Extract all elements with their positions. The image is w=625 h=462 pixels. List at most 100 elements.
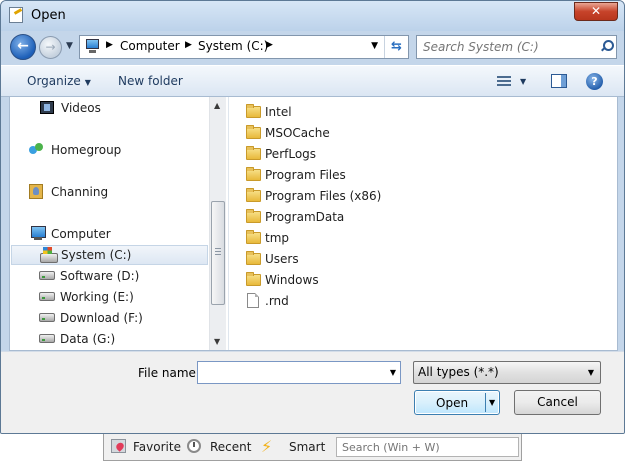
recent-locations-button[interactable]: ▼ (66, 41, 73, 51)
search-box[interactable] (416, 35, 617, 59)
nav-item-label: System (C:) (61, 248, 132, 262)
system-drive-icon (40, 247, 58, 263)
file-name: Intel (265, 105, 292, 119)
navigation-pane: Videos Homegroup Channing Computer Syste… (10, 97, 228, 350)
nav-item-computer[interactable]: Computer (29, 225, 199, 244)
computer-icon (29, 226, 46, 241)
nav-item-label: Working (E:) (60, 290, 134, 304)
scroll-up-icon[interactable]: ▲ (214, 101, 220, 110)
organize-button[interactable]: Organize ▼ (27, 74, 91, 88)
chevron-down-icon: ▼ (84, 78, 91, 87)
open-options-button[interactable]: ▼ (489, 398, 495, 407)
close-button[interactable]: ✕ (574, 2, 618, 21)
cancel-button[interactable]: Cancel (514, 390, 601, 415)
nav-item-videos[interactable]: Videos (40, 99, 200, 118)
scrollbar-thumb[interactable] (211, 201, 225, 305)
open-button[interactable]: Open ▼ (414, 390, 500, 415)
file-name-combo[interactable]: ▼ (197, 361, 401, 384)
nav-item-system-c[interactable]: System (C:) (11, 245, 208, 265)
new-folder-button[interactable]: New folder (118, 74, 183, 88)
recent-button[interactable]: Recent (210, 440, 251, 454)
file-type-value: All types (*.*) (418, 365, 499, 379)
file-name: ProgramData (265, 210, 345, 224)
folder-icon (246, 146, 261, 160)
nav-item-homegroup[interactable]: Homegroup (29, 141, 199, 160)
nav-item-label: Videos (61, 101, 101, 115)
nav-item-label: Channing (51, 185, 109, 199)
favorite-button[interactable]: Favorite (133, 440, 181, 454)
breadcrumb-arrow[interactable]: ▶ (266, 40, 273, 50)
address-dropdown-icon[interactable]: ▼ (371, 41, 378, 51)
lightning-icon[interactable]: ⚡ (261, 437, 272, 456)
file-name: tmp (265, 231, 290, 245)
quick-search-input[interactable] (342, 440, 512, 455)
nav-item-label: Computer (51, 227, 111, 241)
drive-icon (39, 292, 55, 301)
open-button-label: Open (436, 396, 469, 410)
film-icon (40, 101, 54, 114)
nav-item-download-f[interactable]: Download (F:) (39, 309, 199, 328)
scroll-down-icon[interactable]: ▼ (214, 337, 220, 346)
chevron-down-icon[interactable]: ▼ (520, 77, 526, 86)
dialog-footer: File name: ▼ All types (*.*) ▼ Open ▼ Ca… (1, 351, 624, 433)
file-name: Users (265, 252, 299, 266)
drive-icon (39, 271, 55, 280)
file-name-input[interactable] (202, 364, 377, 381)
search-icon[interactable] (600, 40, 614, 52)
nav-item-working-e[interactable]: Working (E:) (39, 288, 199, 307)
nav-item-software-d[interactable]: Software (D:) (39, 267, 199, 286)
folder-icon (246, 230, 261, 244)
nav-item-channing[interactable]: Channing (29, 183, 199, 202)
quick-access-bar: Favorite Recent ⚡ Smart (103, 434, 522, 461)
back-arrow-icon: ← (17, 38, 29, 54)
file-icon (247, 293, 259, 308)
close-icon: ✕ (590, 4, 602, 18)
back-button[interactable]: ← (10, 34, 36, 60)
navigation-bar: ← → ▼ ▶ Computer ▶ System (C:) ▶ ▼ ⇆ (1, 31, 624, 63)
search-input[interactable] (423, 39, 593, 55)
quick-search-box[interactable] (336, 437, 519, 457)
drive-icon (39, 313, 55, 322)
favorite-icon[interactable] (111, 439, 126, 453)
dialog-icon (9, 7, 23, 23)
folder-icon (246, 188, 261, 202)
breadcrumb-computer[interactable]: Computer (120, 39, 180, 53)
nav-item-data-g[interactable]: Data (G:) (39, 330, 199, 349)
refresh-button[interactable]: ⇆ (384, 36, 408, 58)
nav-pane-scrollbar[interactable]: ▲ ▼ (209, 97, 226, 350)
clock-icon[interactable] (187, 439, 201, 453)
breadcrumb-arrow[interactable]: ▶ (185, 40, 192, 50)
forward-arrow-icon: → (45, 40, 56, 54)
smart-button[interactable]: Smart (289, 440, 325, 454)
file-name: Program Files (x86) (265, 189, 382, 203)
organize-label: Organize (27, 74, 81, 88)
file-type-select[interactable]: All types (*.*) ▼ (413, 361, 601, 384)
folder-icon (246, 167, 261, 181)
address-bar[interactable]: ▶ Computer ▶ System (C:) ▶ ▼ ⇆ (79, 35, 409, 59)
file-name: Program Files (265, 168, 346, 182)
nav-item-label: Data (G:) (60, 332, 116, 346)
nav-item-label: Download (F:) (60, 311, 143, 325)
help-icon[interactable]: ? (586, 73, 603, 90)
drive-icon (39, 334, 55, 343)
refresh-icon: ⇆ (391, 39, 402, 54)
chevron-down-icon[interactable]: ▼ (390, 368, 396, 377)
breadcrumb-arrow[interactable]: ▶ (106, 40, 113, 50)
nav-item-label: Homegroup (51, 143, 122, 157)
dialog-title: Open (31, 8, 66, 23)
nav-item-label: Software (D:) (60, 269, 140, 283)
folder-icon (246, 104, 261, 118)
split-divider (485, 393, 486, 412)
change-view-icon[interactable] (497, 75, 511, 88)
user-folder-icon (29, 184, 43, 199)
folder-icon (246, 251, 261, 265)
file-list: Intel MSOCache PerfLogs Program Files Pr… (229, 97, 617, 350)
preview-pane-icon[interactable] (551, 74, 567, 88)
browser-area: Videos Homegroup Channing Computer Syste… (9, 97, 618, 351)
breadcrumb-system-c[interactable]: System (C:) (198, 39, 268, 53)
folder-icon (246, 272, 261, 286)
title-bar: Open ✕ (1, 1, 624, 31)
file-name-label: File name: (138, 366, 200, 380)
computer-icon (84, 39, 100, 53)
forward-button[interactable]: → (39, 36, 62, 59)
